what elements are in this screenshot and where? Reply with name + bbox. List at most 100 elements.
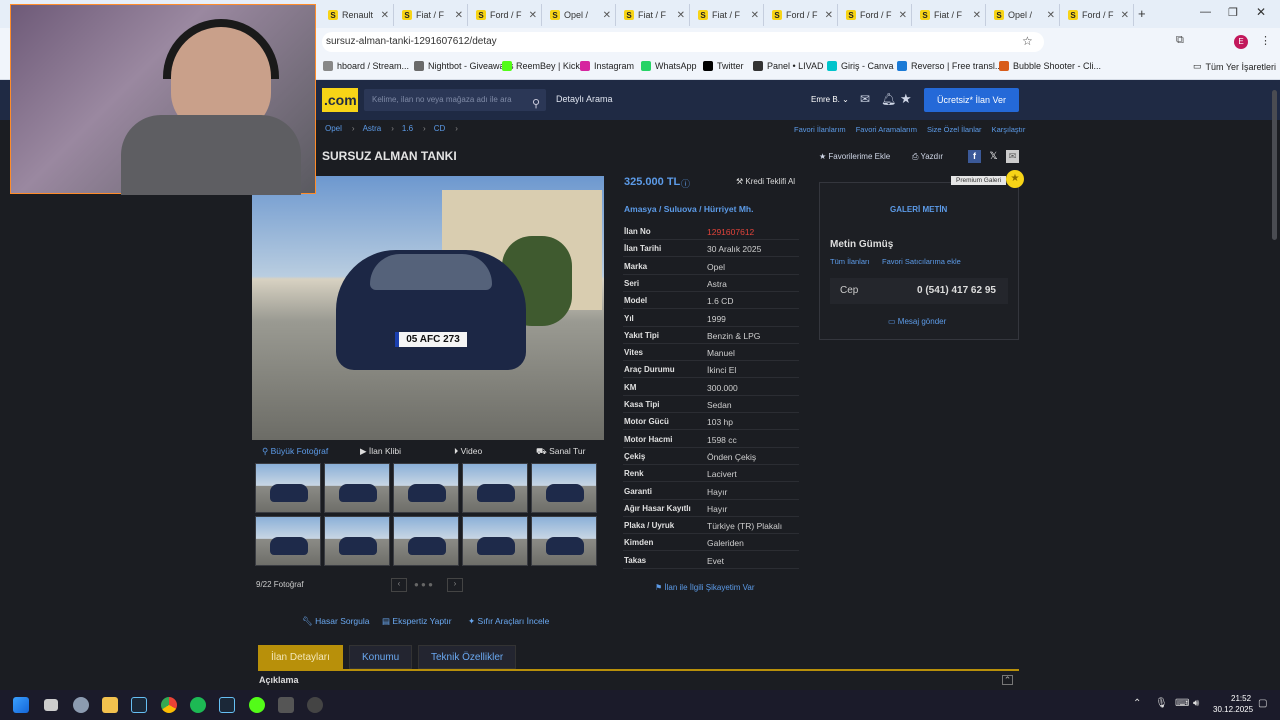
windows-start-icon[interactable]: [13, 697, 29, 713]
browser-tab[interactable]: S Ford / F ✕: [1062, 4, 1134, 26]
steam-icon-2[interactable]: [219, 697, 235, 713]
bookmark-item[interactable]: Giriş - Canva: [827, 61, 894, 71]
browser-tab[interactable]: S Fiat / F ✕: [396, 4, 468, 26]
add-favorite-link[interactable]: ★ Favorilerime Ekle: [819, 152, 890, 161]
clock-date[interactable]: 30.12.2025: [1213, 705, 1253, 714]
collapse-icon[interactable]: ⌃: [1002, 675, 1013, 685]
virtual-tour-button[interactable]: ⛟ Sanal Tur: [536, 446, 585, 458]
menu-icon[interactable]: ⋮: [1260, 34, 1271, 47]
kick-icon[interactable]: [249, 697, 265, 713]
messages-icon[interactable]: ✉: [860, 92, 870, 106]
network-icon[interactable]: ⌨: [1175, 698, 1189, 709]
browser-tab[interactable]: S Opel / ✕: [544, 4, 616, 26]
post-ad-button[interactable]: Ücretsiz* İlan Ver: [924, 88, 1019, 112]
price-info-icon[interactable]: ⓘ: [681, 177, 690, 190]
close-tab-icon[interactable]: ✕: [603, 10, 611, 21]
photo-thumbnail[interactable]: [462, 463, 528, 513]
search-input[interactable]: Kelime, ilan no veya mağaza adı ile ara …: [364, 89, 546, 111]
tab-location[interactable]: Konumu: [349, 645, 413, 669]
search-icon[interactable]: ⚲: [532, 93, 540, 115]
photo-thumbnail[interactable]: [324, 463, 390, 513]
top-link[interactable]: Size Özel İlanlar: [927, 125, 982, 134]
profile-avatar[interactable]: E: [1234, 35, 1248, 49]
notification-bell-icon[interactable]: 🔔︎: [881, 92, 896, 106]
tab-listing-details[interactable]: İlan Detayları: [258, 645, 343, 669]
browser-tab[interactable]: S Ford / F ✕: [470, 4, 542, 26]
browser-tab[interactable]: S Ford / F ✕: [840, 4, 912, 26]
photo-thumbnail[interactable]: [531, 516, 597, 566]
close-window-icon[interactable]: ✕: [1256, 5, 1266, 19]
chrome-icon[interactable]: [161, 697, 177, 713]
close-tab-icon[interactable]: ✕: [973, 10, 981, 21]
close-tab-icon[interactable]: ✕: [1121, 10, 1129, 21]
microphone-icon[interactable]: 🎙︎: [1155, 698, 1168, 709]
page-scrollbar[interactable]: [1272, 90, 1277, 240]
close-tab-icon[interactable]: ✕: [825, 10, 833, 21]
expertise-link[interactable]: ▤ Ekspertiz Yaptır: [382, 616, 452, 627]
photo-thumbnail[interactable]: [255, 463, 321, 513]
minimize-icon[interactable]: —: [1200, 6, 1211, 18]
breadcrumb-item[interactable]: Opel: [325, 124, 342, 133]
phone-number[interactable]: 0 (541) 417 62 95: [917, 285, 996, 296]
photo-thumbnail[interactable]: [324, 516, 390, 566]
email-share-icon[interactable]: ✉: [1006, 150, 1019, 163]
notification-icon[interactable]: ▢: [1258, 698, 1267, 709]
browser-tab[interactable]: S Renault ✕: [322, 4, 394, 26]
close-tab-icon[interactable]: ✕: [529, 10, 537, 21]
spotify-icon[interactable]: [190, 697, 206, 713]
volume-icon[interactable]: 🔊︎: [1193, 698, 1199, 709]
gallery-name[interactable]: GALERİ METİN: [890, 205, 947, 214]
ad-clip-button[interactable]: ▶ İlan Klibi: [360, 446, 401, 457]
bookmark-star-icon[interactable]: ☆: [1022, 34, 1033, 48]
browser-tab[interactable]: S Fiat / F ✕: [618, 4, 690, 26]
all-ads-link[interactable]: Tüm İlanları: [830, 257, 870, 266]
facebook-share-icon[interactable]: f: [968, 150, 981, 163]
location-city[interactable]: Amasya: [624, 204, 657, 214]
prev-photo-button[interactable]: ‹: [391, 578, 407, 592]
favorites-star-icon[interactable]: ★: [900, 91, 912, 107]
bookmark-item[interactable]: Panel • LIVAD: [753, 61, 824, 71]
damage-query-link[interactable]: 🔧︎ Hasar Sorgula: [302, 616, 370, 627]
browser-tab[interactable]: S Fiat / F ✕: [692, 4, 764, 26]
file-explorer-icon[interactable]: [102, 697, 118, 713]
browser-tab[interactable]: S Fiat / F ✕: [914, 4, 986, 26]
bookmark-item[interactable]: Bubble Shooter - Cli...: [999, 61, 1101, 71]
user-menu[interactable]: Emre B. ⌄: [811, 95, 849, 104]
print-link[interactable]: ⎙ Yazdır: [912, 152, 943, 162]
big-photo-button[interactable]: ⚲ Büyük Fotoğraf: [262, 446, 328, 457]
new-tab-button[interactable]: +: [1138, 6, 1146, 21]
location-neighborhood[interactable]: Hürriyet Mh.: [704, 204, 754, 214]
steam-icon[interactable]: [131, 697, 147, 713]
bookmark-item[interactable]: Instagram: [580, 61, 634, 71]
close-tab-icon[interactable]: ✕: [751, 10, 759, 21]
bookmark-item[interactable]: ReemBey | Kick: [502, 61, 580, 71]
top-link[interactable]: Favori İlanlarım: [794, 125, 846, 134]
all-bookmarks-button[interactable]: ▭ Tüm Yer İşaretleri: [1193, 61, 1276, 72]
next-photo-button[interactable]: ›: [447, 578, 463, 592]
photo-thumbnail[interactable]: [462, 516, 528, 566]
close-tab-icon[interactable]: ✕: [677, 10, 685, 21]
maximize-icon[interactable]: ❐: [1228, 6, 1238, 19]
location-district[interactable]: Suluova: [664, 204, 697, 214]
bookmark-item[interactable]: Reverso | Free transl...: [897, 61, 1002, 71]
credit-offer-link[interactable]: ⚒ Kredi Teklifi Al: [736, 177, 795, 186]
new-cars-link[interactable]: ✦ Sıfır Araçları İncele: [468, 616, 549, 627]
clock-time[interactable]: 21:52: [1231, 694, 1251, 703]
detailed-search-link[interactable]: Detaylı Arama: [556, 94, 613, 104]
task-view-icon[interactable]: [44, 699, 58, 711]
close-tab-icon[interactable]: ✕: [1047, 10, 1055, 21]
breadcrumb-item[interactable]: Astra: [363, 124, 382, 133]
complaint-link[interactable]: ⚑ İlan ile İlgili Şikayetim Var: [655, 583, 755, 592]
browser-tab[interactable]: S Opel / ✕: [988, 4, 1060, 26]
photo-thumbnail[interactable]: [393, 516, 459, 566]
obs-icon[interactable]: [307, 697, 323, 713]
breadcrumb-item[interactable]: CD: [434, 124, 446, 133]
settings-gear-icon[interactable]: [73, 697, 89, 713]
tray-chevron-icon[interactable]: ⌃: [1133, 698, 1141, 709]
photo-thumbnail[interactable]: [393, 463, 459, 513]
bookmark-item[interactable]: hboard / Stream...: [323, 61, 409, 71]
add-fav-seller-link[interactable]: Favori Satıcılarıma ekle: [882, 257, 961, 266]
top-link[interactable]: Favori Aramalarım: [856, 125, 917, 134]
breadcrumb-item[interactable]: 1.6: [402, 124, 413, 133]
main-photo[interactable]: 05 AFC 273: [252, 176, 604, 440]
